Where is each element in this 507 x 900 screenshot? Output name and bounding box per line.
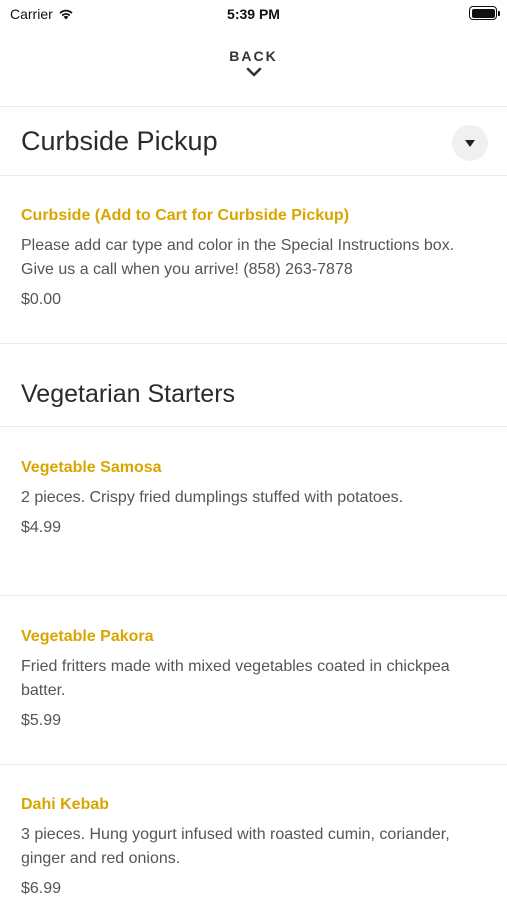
menu-item-vegetable-samosa[interactable]: Vegetable Samosa 2 pieces. Crispy fried … — [21, 458, 487, 539]
back-button[interactable]: BACK — [0, 48, 507, 94]
status-time: 5:39 PM — [227, 6, 280, 22]
item-price: $0.00 — [21, 291, 62, 308]
battery-icon — [469, 6, 500, 20]
section-title-curbside-pickup: Curbside Pickup — [21, 126, 218, 156]
divider — [0, 106, 507, 107]
item-description: 3 pieces. Hung yogurt infused with roast… — [21, 826, 450, 867]
divider — [0, 426, 507, 427]
divider — [0, 764, 507, 765]
menu-item-curbside[interactable]: Curbside (Add to Cart for Curbside Picku… — [21, 206, 487, 311]
item-price: $4.99 — [21, 519, 62, 536]
status-bar: Carrier 5:39 PM — [0, 0, 507, 28]
item-price: $5.99 — [21, 712, 62, 729]
item-name: Vegetable Samosa — [21, 459, 162, 476]
menu-item-vegetable-pakora[interactable]: Vegetable Pakora Fried fritters made wit… — [21, 627, 487, 732]
chevron-down-icon — [246, 67, 261, 77]
item-name: Dahi Kebab — [21, 796, 110, 813]
item-name: Vegetable Pakora — [21, 628, 154, 645]
item-description: Please add car type and color in the Spe… — [21, 237, 455, 278]
section-title-vegetarian-starters: Vegetarian Starters — [21, 380, 236, 408]
item-description: Fried fritters made with mixed vegetable… — [21, 658, 450, 699]
back-label: BACK — [229, 48, 278, 64]
collapse-section-button[interactable] — [452, 125, 488, 161]
divider — [0, 595, 507, 596]
divider — [0, 175, 507, 176]
item-price: $6.99 — [21, 880, 62, 897]
item-description: 2 pieces. Crispy fried dumplings stuffed… — [21, 489, 404, 506]
divider — [0, 343, 507, 344]
caret-down-icon — [465, 139, 475, 147]
item-name: Curbside (Add to Cart for Curbside Picku… — [21, 207, 350, 224]
menu-item-dahi-kebab[interactable]: Dahi Kebab 3 pieces. Hung yogurt infused… — [21, 795, 487, 900]
